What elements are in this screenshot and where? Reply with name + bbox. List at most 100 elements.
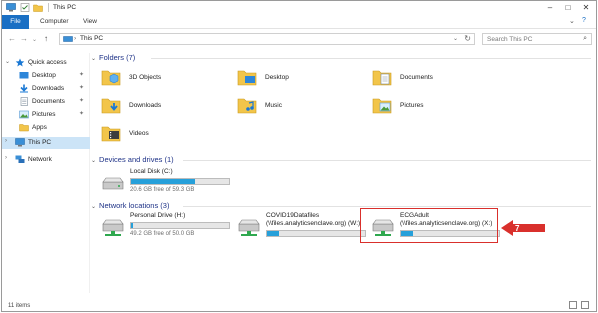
drive-usage-bar bbox=[130, 178, 230, 185]
status-bar: 11 items bbox=[2, 299, 596, 312]
details-view-icon[interactable] bbox=[569, 301, 577, 309]
collapse-chevron-icon[interactable]: ⌄ bbox=[91, 56, 96, 62]
folder-label: Music bbox=[265, 102, 282, 109]
group-header-network[interactable]: ⌄ Network locations (3) bbox=[91, 201, 169, 210]
pin-icon[interactable]: ✦ bbox=[79, 110, 84, 117]
desktop-folder-icon bbox=[19, 72, 29, 79]
help-icon[interactable]: ? bbox=[582, 17, 586, 24]
expand-chevron-icon[interactable]: › bbox=[5, 138, 7, 144]
back-button[interactable]: ← bbox=[8, 34, 16, 43]
computer-icon bbox=[15, 138, 25, 147]
folder-music[interactable]: Music bbox=[231, 95, 361, 119]
explorer-window: This PC – □ ✕ File Computer View ⌄ ? ← →… bbox=[1, 0, 597, 312]
sidebar-item-downloads[interactable]: Downloads ✦ bbox=[2, 83, 90, 95]
collapse-chevron-icon[interactable]: ⌄ bbox=[91, 158, 96, 164]
music-folder-icon bbox=[237, 98, 257, 114]
callout-number: 7 bbox=[515, 224, 520, 233]
new-folder-icon[interactable] bbox=[33, 3, 43, 12]
sidebar-item-label: Desktop bbox=[32, 72, 56, 79]
tab-file[interactable]: File bbox=[2, 15, 29, 29]
pin-icon[interactable]: ✦ bbox=[79, 97, 84, 104]
pin-icon[interactable]: ✦ bbox=[79, 71, 84, 78]
close-button[interactable]: ✕ bbox=[578, 2, 594, 14]
up-button[interactable]: ↑ bbox=[44, 34, 48, 43]
sidebar-item-label: Network bbox=[28, 156, 52, 163]
properties-icon[interactable] bbox=[20, 3, 30, 12]
highlight-box bbox=[360, 208, 498, 243]
sidebar-item-desktop[interactable]: Desktop ✦ bbox=[2, 70, 90, 82]
group-divider bbox=[183, 206, 591, 207]
group-title: Network locations (3) bbox=[99, 201, 170, 210]
network-drive-icon bbox=[102, 219, 124, 236]
forward-button[interactable]: → bbox=[20, 34, 28, 43]
computer-icon bbox=[63, 36, 73, 42]
network-drive-personal-h[interactable]: Personal Drive (H:) 49.2 GB free of 50.0… bbox=[95, 212, 230, 244]
group-divider bbox=[151, 58, 591, 59]
address-dropdown-icon[interactable]: ⌄ bbox=[453, 35, 458, 42]
tab-computer[interactable]: Computer bbox=[40, 15, 69, 29]
sidebar-item-quick-access[interactable]: ⌄ Quick access bbox=[2, 57, 90, 69]
pictures-folder-icon bbox=[372, 98, 392, 114]
sidebar-item-network[interactable]: › Network bbox=[2, 154, 90, 166]
star-icon bbox=[15, 58, 25, 67]
item-count: 11 items bbox=[8, 303, 31, 309]
large-icons-view-icon[interactable] bbox=[581, 301, 589, 309]
drive-free-space: 49.2 GB free of 50.0 GB bbox=[130, 231, 195, 237]
local-disk-icon bbox=[102, 177, 124, 190]
folder-label: Desktop bbox=[265, 74, 289, 81]
drive-name: Local Disk (C:) bbox=[130, 168, 173, 175]
group-header-folders[interactable]: ⌄ Folders (7) bbox=[91, 53, 135, 62]
folder-label: Pictures bbox=[400, 102, 424, 109]
downloads-folder-icon bbox=[101, 98, 121, 114]
drive-usage-fill bbox=[131, 223, 133, 228]
address-bar[interactable]: › This PC ⌄ ↻ bbox=[59, 33, 475, 45]
sidebar-item-label: This PC bbox=[28, 139, 52, 146]
group-divider bbox=[183, 160, 591, 161]
navigation-pane: ⌄ Quick access Desktop ✦ Downloads ✦ Doc… bbox=[2, 53, 90, 293]
navigation-bar: ← → ⌄ ↑ › This PC ⌄ ↻ Search This PC ⌕ bbox=[2, 30, 596, 48]
sidebar-item-label: Documents bbox=[32, 98, 65, 105]
collapse-chevron-icon[interactable]: ⌄ bbox=[91, 204, 96, 210]
recent-locations-button[interactable]: ⌄ bbox=[32, 36, 37, 43]
minimize-button[interactable]: – bbox=[542, 2, 558, 14]
title-separator bbox=[48, 3, 49, 12]
drive-name: Personal Drive (H:) bbox=[130, 212, 186, 219]
expand-chevron-icon[interactable]: › bbox=[5, 155, 7, 161]
maximize-button[interactable]: □ bbox=[560, 2, 576, 14]
folder-icon bbox=[19, 124, 29, 132]
drive-usage-fill bbox=[267, 231, 279, 236]
sidebar-item-this-pc[interactable]: › This PC bbox=[2, 137, 90, 149]
videos-folder-icon bbox=[101, 126, 121, 142]
folder-documents[interactable]: Documents bbox=[366, 67, 496, 91]
breadcrumb-this-pc[interactable]: This PC bbox=[80, 35, 103, 42]
network-drive-covid19datafiles-w[interactable]: COVID19Datafiles (\\files.analyticsencla… bbox=[231, 212, 366, 244]
refresh-icon[interactable]: ↻ bbox=[464, 34, 471, 43]
3d-objects-folder-icon bbox=[101, 70, 121, 86]
tab-view[interactable]: View bbox=[83, 15, 97, 29]
folder-desktop[interactable]: Desktop bbox=[231, 67, 361, 91]
ribbon: File Computer View ⌄ ? bbox=[2, 15, 596, 29]
folder-pictures[interactable]: Pictures bbox=[366, 95, 496, 119]
drive-usage-bar bbox=[266, 230, 366, 237]
folder-downloads[interactable]: Downloads bbox=[95, 95, 225, 119]
folder-videos[interactable]: Videos bbox=[95, 123, 225, 147]
drive-name: COVID19Datafiles bbox=[266, 212, 320, 219]
breadcrumb-chevron-icon[interactable]: › bbox=[74, 35, 76, 42]
sidebar-item-apps[interactable]: Apps bbox=[2, 122, 90, 134]
drive-free-space: 20.6 GB free of 59.3 GB bbox=[130, 187, 195, 193]
title-bar: This PC – □ ✕ bbox=[2, 1, 596, 15]
sidebar-item-documents[interactable]: Documents ✦ bbox=[2, 96, 90, 108]
desktop-folder-icon bbox=[237, 70, 257, 86]
drive-local-disk-c[interactable]: Local Disk (C:) 20.6 GB free of 59.3 GB bbox=[95, 168, 230, 200]
group-header-devices[interactable]: ⌄ Devices and drives (1) bbox=[91, 155, 174, 164]
search-input[interactable]: Search This PC ⌕ bbox=[482, 33, 592, 45]
drive-path: (\\files.analyticsenclave.org) (W:) bbox=[266, 220, 361, 227]
expand-ribbon-icon[interactable]: ⌄ bbox=[569, 17, 575, 25]
folder-3d-objects[interactable]: 3D Objects bbox=[95, 67, 225, 91]
search-icon: ⌕ bbox=[583, 35, 587, 42]
pin-icon[interactable]: ✦ bbox=[79, 84, 84, 91]
sidebar-item-pictures[interactable]: Pictures ✦ bbox=[2, 109, 90, 121]
content-pane: ⌄ Folders (7) 3D Objects Desktop Documen… bbox=[91, 49, 596, 299]
expand-chevron-icon[interactable]: ⌄ bbox=[5, 58, 10, 65]
folder-label: Videos bbox=[129, 130, 149, 137]
